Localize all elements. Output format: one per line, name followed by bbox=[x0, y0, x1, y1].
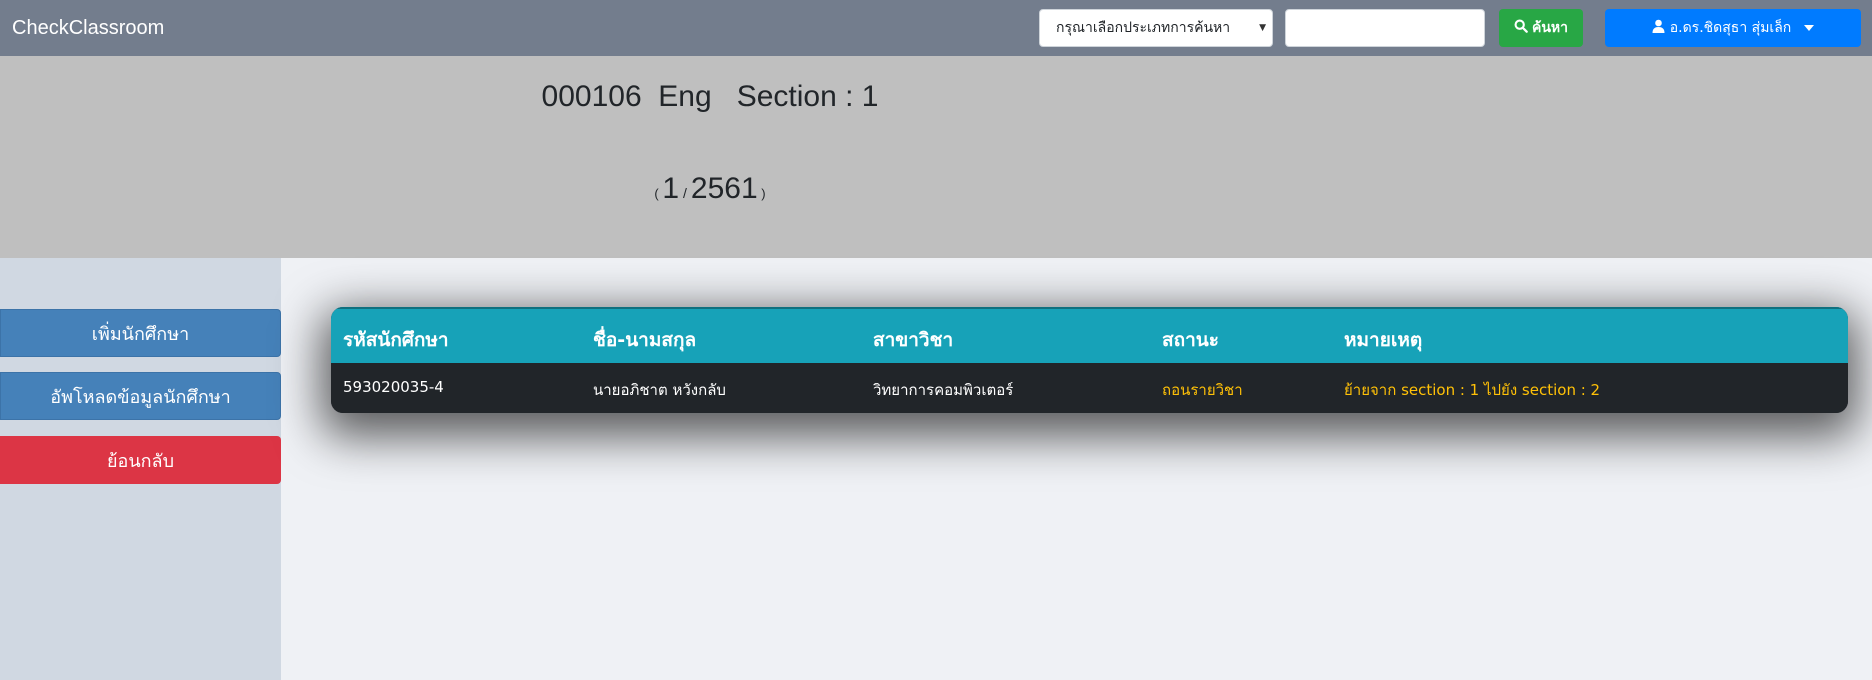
search-icon bbox=[1514, 19, 1528, 37]
search-button[interactable]: ค้นหา bbox=[1499, 9, 1583, 47]
table-row[interactable]: 593020035-4 นายอภิชาต หวังกลับ วิทยาการค… bbox=[331, 363, 1848, 413]
user-menu-button[interactable]: อ.ดร.ชิดสุธา สุ่มเล็ก bbox=[1605, 9, 1861, 47]
course-header: 000106 Eng Section : 1 ( 1/2561 ) bbox=[0, 56, 1872, 258]
sidebar: เพิ่มนักศึกษา อัพโหลดข้อมูลนักศึกษา ย้อน… bbox=[0, 258, 281, 680]
cell-note: ย้ายจาก section : 1 ไปยัง section : 2 bbox=[1344, 381, 1601, 399]
column-header-major: สาขาวิชา bbox=[873, 329, 954, 351]
column-header-note: หมายเหตุ bbox=[1344, 329, 1423, 351]
caret-down-icon bbox=[1804, 25, 1815, 31]
column-header-student-id: รหัสนักศึกษา bbox=[343, 329, 449, 351]
user-icon bbox=[1652, 19, 1665, 37]
column-header-name: ชื่อ-นามสกุล bbox=[593, 329, 697, 351]
upload-students-button[interactable]: อัพโหลดข้อมูลนักศึกษา bbox=[0, 372, 281, 420]
brand-logo[interactable]: CheckClassroom bbox=[12, 17, 164, 40]
search-input[interactable] bbox=[1285, 9, 1485, 47]
course-section: Section : 1 bbox=[736, 80, 879, 113]
column-header-status: สถานะ bbox=[1162, 329, 1219, 351]
academic-year: 2561 bbox=[690, 172, 758, 205]
course-code: 000106 bbox=[541, 80, 642, 113]
search-button-label: ค้นหา bbox=[1531, 20, 1569, 36]
course-name: Eng bbox=[658, 80, 712, 113]
cell-student-id: 593020035-4 bbox=[343, 378, 444, 396]
search-type-selected: กรุณาเลือกประเภทการค้นหา bbox=[1056, 20, 1231, 36]
table-header: รหัสนักศึกษา ชื่อ-นามสกุล สาขาวิชา สถานะ… bbox=[331, 307, 1848, 363]
cell-name: นายอภิชาต หวังกลับ bbox=[593, 381, 726, 399]
back-button[interactable]: ย้อนกลับ bbox=[0, 436, 281, 484]
add-student-button[interactable]: เพิ่มนักศึกษา bbox=[0, 309, 281, 357]
term-number: 1 bbox=[662, 172, 680, 205]
user-name-label: อ.ดร.ชิดสุธา สุ่มเล็ก bbox=[1669, 20, 1792, 36]
term-year: ( 1/2561 ) bbox=[654, 172, 766, 205]
course-title: 000106 Eng Section : 1 bbox=[0, 80, 1420, 114]
top-navbar: CheckClassroom กรุณาเลือกประเภทการค้นหา … bbox=[0, 0, 1872, 56]
cell-status: ถอนรายวิชา bbox=[1162, 381, 1243, 399]
cell-major: วิทยาการคอมพิวเตอร์ bbox=[873, 381, 1014, 399]
search-type-select[interactable]: กรุณาเลือกประเภทการค้นหา ▼ bbox=[1039, 9, 1273, 47]
student-table: รหัสนักศึกษา ชื่อ-นามสกุล สาขาวิชา สถานะ… bbox=[331, 307, 1848, 413]
select-caret-icon: ▼ bbox=[1259, 23, 1266, 33]
